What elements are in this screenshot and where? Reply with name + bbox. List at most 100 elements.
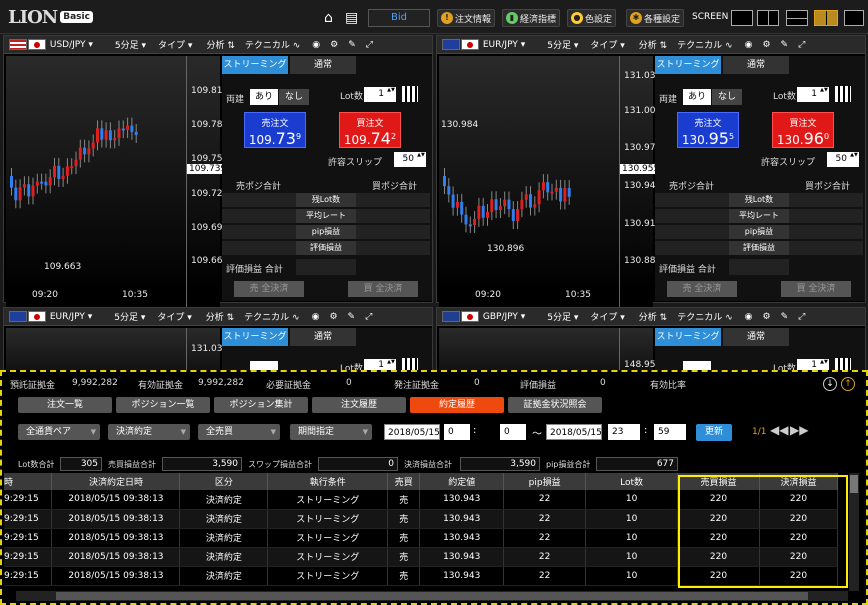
both-side-no[interactable]: なし bbox=[712, 89, 742, 105]
slippage-stepper[interactable]: 50 bbox=[394, 152, 426, 167]
settings-icon[interactable]: ⚙ bbox=[324, 312, 342, 322]
technical-button[interactable]: テクニカル ∿ bbox=[240, 38, 305, 51]
expand-icon[interactable]: ⤢ bbox=[793, 312, 810, 322]
layout-grid-icon[interactable] bbox=[814, 10, 838, 26]
settings-button[interactable]: ✱ 各種設定 bbox=[626, 9, 685, 27]
date-to-input[interactable]: 2018/05/15 bbox=[546, 424, 602, 440]
keypad-icon[interactable] bbox=[402, 86, 418, 102]
col-pip-pl[interactable]: pip損益 bbox=[503, 473, 587, 490]
col-time[interactable]: 時 bbox=[4, 473, 53, 490]
lot-stepper[interactable]: 1 bbox=[797, 87, 829, 102]
tab-margin-status[interactable]: 証拠金状況照会 bbox=[508, 397, 602, 413]
horizontal-scrollbar[interactable] bbox=[16, 591, 848, 601]
palette-icon[interactable]: ◉ bbox=[307, 40, 325, 50]
layout-single-icon[interactable] bbox=[731, 10, 753, 26]
technical-button[interactable]: テクニカル ∿ bbox=[672, 38, 737, 51]
analysis-button[interactable]: 分析 ⇅ bbox=[634, 310, 672, 323]
expand-icon[interactable]: ⤢ bbox=[361, 40, 378, 50]
currency-pair-select[interactable]: USD/JPY ▾ bbox=[4, 39, 98, 50]
settings-icon[interactable]: ⚙ bbox=[757, 40, 775, 50]
next-page-icon[interactable]: ▶▶ bbox=[790, 423, 808, 437]
scroll-up-icon[interactable]: ↑ bbox=[841, 377, 855, 391]
scroll-down-icon[interactable]: ↓ bbox=[823, 377, 837, 391]
vertical-scrollbar[interactable] bbox=[849, 473, 859, 591]
tab-order-list[interactable]: 注文一覧 bbox=[18, 397, 112, 413]
pin-icon[interactable]: ✎ bbox=[776, 312, 794, 322]
chart-type-select[interactable]: タイプ ▾ bbox=[585, 38, 629, 51]
tab-position-summary[interactable]: ポジション集計 bbox=[214, 397, 308, 413]
chart-type-select[interactable]: タイプ ▾ bbox=[585, 310, 629, 323]
buy-order-button[interactable]: 買注文 130.960 bbox=[772, 112, 834, 148]
tab-normal[interactable]: 通常 bbox=[723, 328, 789, 346]
tab-streaming[interactable]: ストリーミング bbox=[655, 328, 721, 346]
sell-order-button[interactable]: 売注文 130.955 bbox=[677, 112, 739, 148]
col-condition[interactable]: 執行条件 bbox=[267, 473, 389, 490]
chart-type-select[interactable]: タイプ ▾ bbox=[153, 38, 197, 51]
hour-from-stepper[interactable]: 0 bbox=[444, 424, 470, 440]
sell-close-all-button[interactable]: 売 全決済 bbox=[234, 281, 304, 297]
price-chart[interactable]: 131.030 131.000 130.970 130.940 130.910 … bbox=[439, 56, 662, 326]
settings-icon[interactable]: ⚙ bbox=[758, 312, 776, 322]
palette-icon[interactable]: ◉ bbox=[307, 312, 325, 322]
layout-custom-icon[interactable] bbox=[844, 10, 864, 26]
timeframe-select[interactable]: 5分足 ▾ bbox=[542, 38, 583, 51]
pin-icon[interactable]: ✎ bbox=[343, 40, 361, 50]
price-chart[interactable]: 131.030 bbox=[6, 328, 228, 372]
both-side-no[interactable]: なし bbox=[279, 89, 309, 105]
col-rate[interactable]: 約定値 bbox=[419, 473, 505, 490]
home-icon[interactable]: ⌂ bbox=[324, 10, 333, 26]
col-settle-datetime[interactable]: 決済約定日時 bbox=[51, 473, 181, 490]
economic-indicators-button[interactable]: ▮ 経済指標 bbox=[502, 9, 561, 27]
order-info-button[interactable]: ! 注文情報 bbox=[437, 9, 496, 27]
currency-pair-select[interactable]: EUR/JPY ▾ bbox=[437, 39, 530, 50]
layout-two-col-icon[interactable] bbox=[757, 10, 779, 26]
both-side-yes[interactable]: あり bbox=[250, 89, 278, 105]
sell-order-button[interactable]: 売注文 109.739 bbox=[244, 112, 306, 148]
col-side[interactable]: 売買 bbox=[387, 473, 421, 490]
date-from-input[interactable]: 2018/05/15 bbox=[384, 424, 440, 440]
tab-execution-history[interactable]: 約定履歴 bbox=[410, 397, 504, 413]
slippage-stepper[interactable]: 50 bbox=[827, 152, 859, 167]
price-mode-select[interactable]: Bid bbox=[368, 9, 430, 27]
col-lots[interactable]: Lot数 bbox=[585, 473, 679, 490]
col-kind[interactable]: 区分 bbox=[179, 473, 269, 490]
palette-icon[interactable]: ◉ bbox=[740, 312, 758, 322]
minute-to-stepper[interactable]: 59 bbox=[654, 424, 686, 440]
currency-pair-select[interactable]: GBP/JPY ▾ bbox=[437, 311, 530, 322]
analysis-button[interactable]: 分析 ⇅ bbox=[634, 38, 672, 51]
tab-normal[interactable]: 通常 bbox=[723, 56, 789, 74]
timeframe-select[interactable]: 5分足 ▾ bbox=[109, 310, 150, 323]
hour-to-stepper[interactable]: 23 bbox=[608, 424, 640, 440]
technical-button[interactable]: テクニカル ∿ bbox=[239, 310, 304, 323]
pin-icon[interactable]: ✎ bbox=[343, 312, 361, 322]
buy-order-button[interactable]: 買注文 109.742 bbox=[339, 112, 401, 148]
tab-normal[interactable]: 通常 bbox=[290, 328, 356, 346]
period-filter-select[interactable]: 期間指定 bbox=[290, 424, 372, 440]
expand-icon[interactable]: ⤢ bbox=[360, 312, 377, 322]
expand-icon[interactable]: ⤢ bbox=[793, 40, 810, 50]
buy-close-all-button[interactable]: 買 全決済 bbox=[781, 281, 851, 297]
currency-pair-select[interactable]: EUR/JPY ▾ bbox=[4, 311, 97, 322]
keypad-icon[interactable] bbox=[835, 86, 851, 102]
side-filter-select[interactable]: 全売買 bbox=[198, 424, 280, 440]
technical-button[interactable]: テクニカル ∿ bbox=[672, 310, 737, 323]
sell-close-all-button[interactable]: 売 全決済 bbox=[667, 281, 737, 297]
print-icon[interactable]: ▤ bbox=[345, 10, 358, 26]
lot-stepper[interactable]: 1 bbox=[364, 87, 396, 102]
price-chart[interactable]: 109.810 109.780 109.750 109.720 109.690 … bbox=[6, 56, 229, 326]
price-chart[interactable]: 148.950 bbox=[439, 328, 661, 372]
settings-icon[interactable]: ⚙ bbox=[325, 40, 343, 50]
update-button[interactable]: 更新 bbox=[696, 424, 732, 441]
analysis-button[interactable]: 分析 ⇅ bbox=[201, 310, 239, 323]
tab-streaming[interactable]: ストリーミング bbox=[222, 328, 288, 346]
tab-order-history[interactable]: 注文履歴 bbox=[312, 397, 406, 413]
tab-streaming[interactable]: ストリーミング bbox=[655, 56, 721, 74]
tab-position-list[interactable]: ポジション一覧 bbox=[116, 397, 210, 413]
layout-two-row-icon[interactable] bbox=[786, 10, 808, 26]
palette-icon[interactable]: ◉ bbox=[740, 40, 758, 50]
pin-icon[interactable]: ✎ bbox=[776, 40, 794, 50]
timeframe-select[interactable]: 5分足 ▾ bbox=[110, 38, 151, 51]
timeframe-select[interactable]: 5分足 ▾ bbox=[542, 310, 583, 323]
tab-streaming[interactable]: ストリーミング bbox=[222, 56, 288, 74]
tab-normal[interactable]: 通常 bbox=[290, 56, 356, 74]
